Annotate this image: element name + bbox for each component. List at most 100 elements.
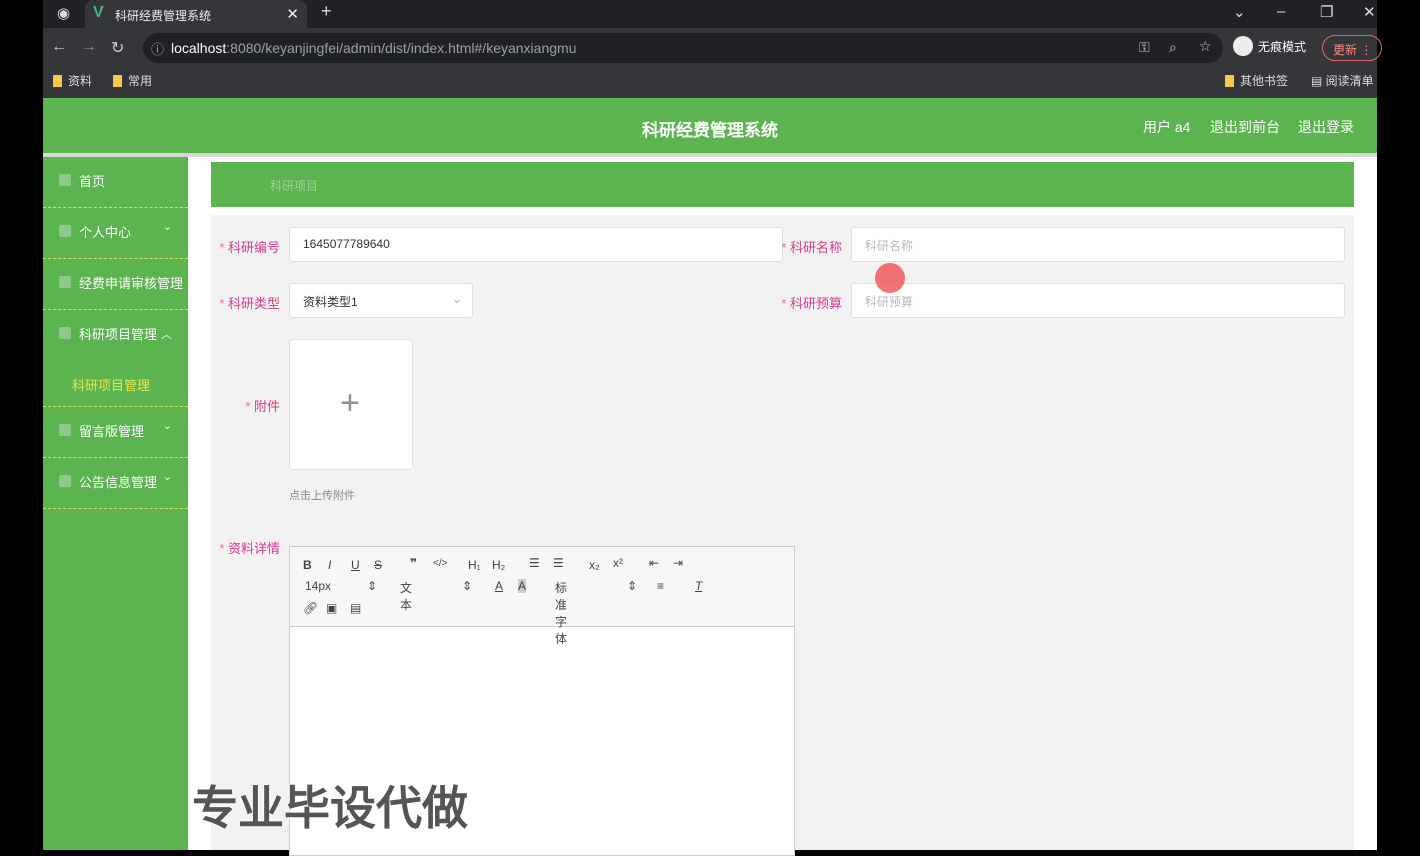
- sidebar-item-label: 科研项目管理: [79, 327, 158, 342]
- sidebar-item-label: 首页: [79, 174, 106, 189]
- breadcrumb: 科研项目: [211, 162, 1354, 207]
- reading-list[interactable]: ▤ 阅读清单: [1311, 72, 1374, 89]
- close-window-button[interactable]: ✕: [1363, 3, 1376, 21]
- bold-icon[interactable]: B: [303, 558, 312, 572]
- forward-icon[interactable]: →: [81, 38, 97, 56]
- sidebar-item-notices[interactable]: 公告信息管理 ⌄: [43, 458, 188, 509]
- sidebar: 首页 个人中心 ⌄ 经费申请审核管理 科研项目管理 ︿ 科研项目管理 留言版管理 ⌄ …: [43, 157, 188, 850]
- sidebar-subitem-projects[interactable]: 科研项目管理: [43, 361, 188, 407]
- budget-input[interactable]: 科研预算: [851, 283, 1345, 318]
- watermark: 专业毕设代做: [192, 782, 468, 834]
- sidebar-item-label: 个人中心: [79, 225, 132, 240]
- back-icon[interactable]: ←: [51, 38, 67, 56]
- upload-hint: 点击上传附件: [289, 490, 355, 502]
- background-color-icon[interactable]: A: [518, 579, 527, 593]
- incognito-label: 无痕模式: [1258, 40, 1307, 54]
- code-input[interactable]: 1645077789640: [289, 227, 783, 262]
- other-bookmarks[interactable]: 其他书签: [1225, 72, 1288, 89]
- align-icon[interactable]: ≡: [657, 579, 664, 593]
- vue-icon: V: [93, 4, 104, 21]
- upload-box[interactable]: +: [289, 339, 413, 470]
- globe-icon: ◉: [57, 5, 71, 22]
- chevron-up-icon: ︿: [161, 329, 172, 341]
- chevron-down-icon: ⌄: [451, 292, 462, 306]
- tab-bar: ◉ V 科研经费管理系统 ✕ + ⌄ – ❐ ✕: [43, 0, 1377, 28]
- name-label: * 科研名称: [781, 240, 842, 255]
- sidebar-item-messages[interactable]: 留言版管理 ⌄: [43, 407, 188, 458]
- browser-tab[interactable]: V 科研经费管理系统 ✕: [85, 0, 307, 28]
- key-icon[interactable]: ⚿: [1139, 39, 1150, 56]
- quote-icon[interactable]: ❞: [410, 556, 417, 570]
- update-label: 更新: [1333, 43, 1358, 57]
- update-button[interactable]: 更新 ⋮: [1322, 35, 1382, 61]
- image-icon[interactable]: ▣: [326, 601, 337, 615]
- code-label: * 科研编号: [219, 240, 280, 255]
- folder-icon: [59, 327, 71, 339]
- restore-button[interactable]: ❐: [1320, 3, 1333, 21]
- info-icon: ⓘ: [151, 42, 165, 57]
- editor-toolbar: B I U S ❞ </> H₁ H₂ ☰ ☰ x₂ x² ⇤ ⇥ 14px ⇕ …: [290, 547, 794, 646]
- bookmark-label: 其他书签: [1240, 74, 1289, 88]
- outdent-icon[interactable]: ⇤: [649, 556, 659, 570]
- close-tab-icon[interactable]: ✕: [286, 5, 299, 23]
- bullet-list-icon[interactable]: ☰: [553, 556, 564, 570]
- app-header: 科研经费管理系统 用户 a4 退出到前台 退出登录: [43, 98, 1377, 153]
- user-label: 用户 a4: [1143, 119, 1191, 135]
- url-host: localhost: [171, 40, 227, 56]
- minimize-button[interactable]: –: [1277, 3, 1285, 20]
- message-icon: [59, 424, 71, 436]
- strike-icon[interactable]: S: [374, 558, 382, 572]
- url-path: :8080/keyanjingfei/admin/dist/index.html…: [226, 40, 577, 56]
- reload-icon[interactable]: ↻: [111, 38, 124, 58]
- attach-label: * 附件: [245, 399, 280, 414]
- plus-icon: +: [340, 384, 360, 422]
- browser-chrome: ◉ V 科研经费管理系统 ✕ + ⌄ – ❐ ✕ ← → ↻ ⓘ localho…: [43, 0, 1382, 98]
- address-bar[interactable]: ⓘ localhost:8080/keyanjingfei/admin/dist…: [143, 33, 1223, 63]
- star-icon[interactable]: ☆: [1199, 38, 1212, 55]
- sidebar-item-home[interactable]: 首页: [43, 157, 188, 208]
- chevron-down-icon: ⌄: [162, 471, 172, 483]
- tab-title: 科研经费管理系统: [115, 9, 212, 23]
- superscript-icon[interactable]: x²: [613, 556, 623, 570]
- name-input[interactable]: 科研名称: [851, 227, 1345, 262]
- budget-label: * 科研预算: [781, 296, 842, 311]
- sidebar-item-label: 公告信息管理: [79, 475, 158, 490]
- home-icon: [59, 174, 71, 186]
- incognito-badge[interactable]: 无痕模式: [1233, 36, 1306, 56]
- subscript-icon[interactable]: x₂: [589, 558, 600, 572]
- code-icon[interactable]: </>: [433, 558, 447, 569]
- chevron-down-icon: ⌄: [162, 221, 172, 233]
- sidebar-item-label: 经费申请审核管理: [79, 276, 184, 291]
- chevron-down-icon: ⌄: [162, 420, 172, 432]
- bookmark-0[interactable]: 资料: [53, 72, 92, 89]
- sidebar-item-projects[interactable]: 科研项目管理 ︿: [43, 310, 188, 361]
- to-front-link[interactable]: 退出到前台: [1210, 117, 1280, 137]
- logout-link[interactable]: 退出登录: [1298, 117, 1354, 137]
- italic-icon[interactable]: I: [328, 558, 331, 572]
- sidebar-item-personal[interactable]: 个人中心 ⌄: [43, 208, 188, 259]
- h2-icon[interactable]: H₂: [492, 558, 505, 572]
- mouse-cursor-highlight: [875, 263, 905, 293]
- sidebar-item-funding[interactable]: 经费申请审核管理: [43, 259, 188, 310]
- type-value: 资料类型1: [303, 295, 358, 309]
- reading-list-label: 阅读清单: [1325, 74, 1374, 88]
- ordered-list-icon[interactable]: ☰: [529, 556, 540, 570]
- video-icon[interactable]: ▤: [350, 601, 361, 615]
- bookmark-label: 常用: [128, 74, 153, 88]
- tab-search-icon[interactable]: ⌄: [1233, 3, 1246, 21]
- new-tab-button[interactable]: +: [321, 1, 332, 22]
- underline-icon[interactable]: U: [351, 558, 360, 572]
- type-select[interactable]: 资料类型1 ⌄: [289, 283, 473, 318]
- sidebar-item-label: 留言版管理: [79, 424, 145, 439]
- link-icon[interactable]: 🔗︎: [303, 601, 318, 615]
- type-label: * 科研类型: [219, 296, 280, 311]
- clear-format-icon[interactable]: T: [695, 579, 702, 593]
- font-color-icon[interactable]: A: [495, 579, 503, 593]
- zoom-icon[interactable]: ⌕: [1169, 39, 1177, 56]
- detail-label: * 资料详情: [219, 541, 280, 556]
- bookmark-1[interactable]: 常用: [113, 72, 152, 89]
- h1-icon[interactable]: H₁: [468, 558, 481, 572]
- indent-icon[interactable]: ⇥: [673, 556, 683, 570]
- user-icon: [59, 225, 71, 237]
- incognito-icon: [1233, 36, 1253, 56]
